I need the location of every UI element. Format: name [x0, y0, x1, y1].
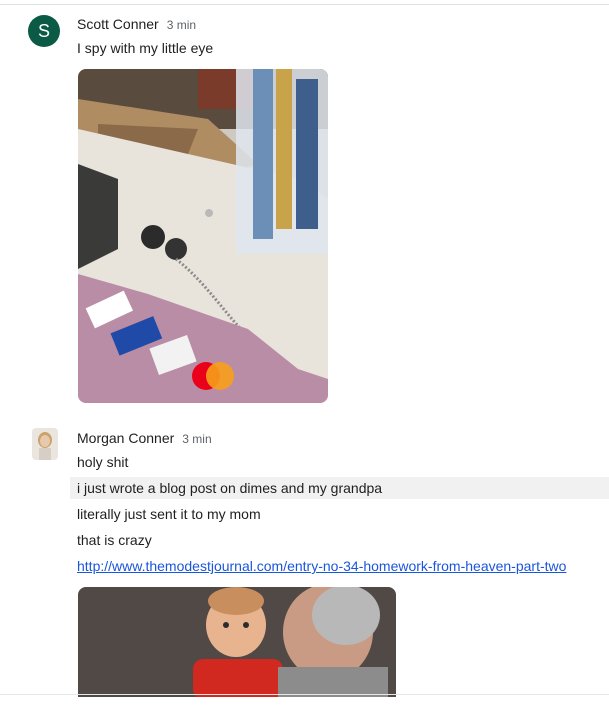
- family-photo-illustration: [78, 587, 396, 697]
- message-text[interactable]: that is crazy: [70, 529, 609, 551]
- sender-name[interactable]: Scott Conner: [77, 16, 159, 32]
- message-text[interactable]: i just wrote a blog post on dimes and my…: [70, 477, 609, 499]
- counter-photo-illustration: [78, 69, 328, 403]
- message-text[interactable]: holy shit: [70, 451, 609, 473]
- message-text[interactable]: literally just sent it to my mom: [70, 503, 609, 525]
- message-text-content: I spy with my little eye: [77, 40, 214, 56]
- message-image-family-photo[interactable]: [78, 587, 396, 697]
- message-text-content: literally just sent it to my mom: [77, 506, 261, 522]
- timestamp: 3 min: [182, 432, 212, 446]
- message-text-content: that is crazy: [77, 532, 152, 548]
- blog-post-link[interactable]: http://www.themodestjournal.com/entry-no…: [77, 558, 566, 574]
- top-divider: [0, 4, 609, 5]
- avatar[interactable]: S: [28, 15, 60, 47]
- message-header: Morgan Conner 3 min: [77, 430, 212, 446]
- timestamp: 3 min: [166, 18, 197, 32]
- avatar-photo: [32, 428, 58, 460]
- message-image-counter-photo[interactable]: [78, 69, 328, 403]
- sender-name[interactable]: Morgan Conner: [77, 430, 174, 446]
- message-header: Scott Conner 3 min: [77, 16, 196, 32]
- message-text-content: i just wrote a blog post on dimes and my…: [77, 480, 383, 496]
- bottom-divider: [0, 694, 609, 695]
- message-link: http://www.themodestjournal.com/entry-no…: [70, 555, 609, 577]
- avatar-letter: S: [37, 20, 50, 41]
- avatar[interactable]: [32, 428, 58, 460]
- message-text-content: holy shit: [77, 454, 129, 470]
- message-text[interactable]: I spy with my little eye: [70, 37, 609, 59]
